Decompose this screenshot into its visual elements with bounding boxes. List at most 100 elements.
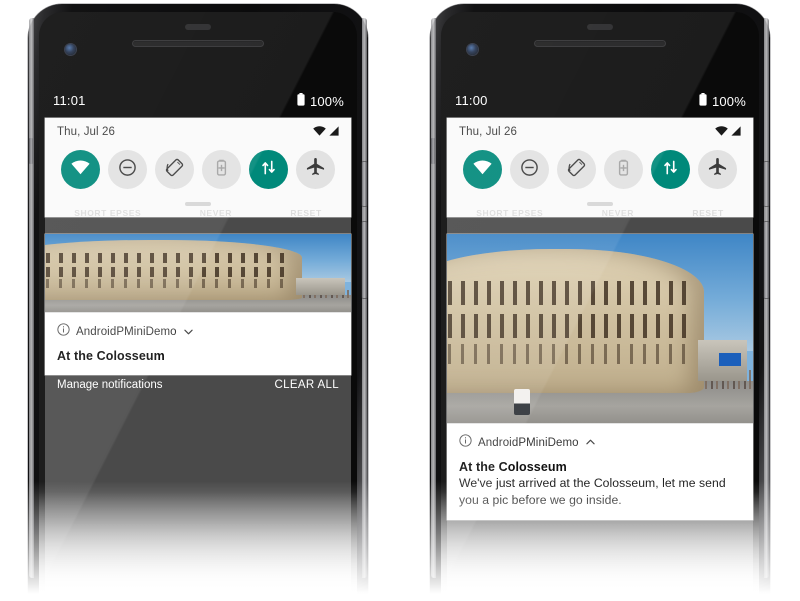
phone-right: 11:00 100% Thu, Jul 26 SHORT EPSES NEVER… bbox=[418, 0, 782, 601]
sim-tray bbox=[431, 138, 435, 164]
qs-tile-auto-rotate[interactable] bbox=[557, 150, 596, 189]
info-icon[interactable] bbox=[459, 434, 472, 452]
info-icon[interactable] bbox=[57, 323, 70, 341]
status-bar-clock: 11:00 bbox=[455, 93, 488, 108]
ghost-text-artifact: SHORT EPSES NEVER RESET bbox=[45, 208, 351, 218]
colosseum-art bbox=[45, 234, 351, 312]
notification-messaging[interactable]: AndroidPMiniDemo Mark Sender bbox=[45, 234, 351, 312]
cell-signal-icon bbox=[329, 123, 339, 141]
manage-notifications-button[interactable]: Manage notifications bbox=[57, 379, 162, 391]
qs-tile-airplane-mode[interactable] bbox=[296, 150, 335, 189]
ghost-label: SHORT EPSES bbox=[74, 208, 142, 218]
phone-rim-right bbox=[764, 18, 769, 578]
power-button[interactable] bbox=[362, 162, 367, 206]
shade-bottom-fade bbox=[447, 522, 753, 601]
qs-tile-wifi[interactable] bbox=[463, 150, 502, 189]
battery-saver-icon bbox=[614, 158, 633, 182]
notification-title: At the Colosseum bbox=[57, 349, 165, 363]
top-speaker-slot-icon bbox=[587, 24, 613, 30]
status-bar-right-icons: 100% bbox=[297, 93, 344, 109]
notification-title: At the Colosseum bbox=[459, 459, 567, 474]
quick-settings-date: Thu, Jul 26 bbox=[57, 126, 115, 138]
notification-messaging[interactable]: AndroidPMiniDemo Mark Sender bbox=[447, 234, 753, 423]
volume-button[interactable] bbox=[362, 222, 367, 298]
chevron-down-icon[interactable] bbox=[183, 328, 193, 337]
quick-settings-status-icons bbox=[313, 123, 339, 141]
sim-tray bbox=[29, 138, 33, 164]
drag-handle[interactable] bbox=[185, 202, 211, 206]
quick-settings-footer: SHORT EPSES NEVER RESET bbox=[447, 191, 753, 218]
qs-tile-airplane-mode[interactable] bbox=[698, 150, 737, 189]
dnd-icon bbox=[520, 158, 539, 182]
colosseum-photo[interactable] bbox=[447, 234, 753, 423]
notification-body: Mark Sender bbox=[447, 234, 753, 423]
notification-bigtext[interactable]: AndroidPMiniDemo At the Colosseum bbox=[45, 312, 351, 375]
mobile-data-icon bbox=[661, 158, 680, 182]
colosseum-art bbox=[447, 234, 753, 423]
status-bar-right-icons: 100% bbox=[699, 93, 746, 109]
quick-settings-header: Thu, Jul 26 bbox=[447, 118, 753, 146]
phone-screen: 11:01 100% Thu, Jul 26 SHORT EPSES NEVER… bbox=[39, 12, 357, 601]
qs-tile-mobile-data[interactable] bbox=[249, 150, 288, 189]
phone-rim-left bbox=[29, 18, 34, 578]
quick-settings-tiles bbox=[447, 146, 753, 191]
notification-bigtext[interactable]: AndroidPMiniDemo At the Colosseum We've … bbox=[447, 422, 753, 521]
colosseum-thumbnail[interactable] bbox=[45, 234, 351, 312]
qs-tile-do-not-disturb[interactable] bbox=[510, 150, 549, 189]
battery-saver-icon bbox=[212, 158, 231, 182]
qs-tile-wifi[interactable] bbox=[61, 150, 100, 189]
quick-settings-status-icons bbox=[715, 123, 741, 141]
clear-all-button[interactable]: CLEAR ALL bbox=[274, 379, 339, 391]
ghost-label: NEVER bbox=[601, 208, 634, 218]
top-speaker-slot-icon bbox=[185, 24, 211, 30]
auto-rotate-icon bbox=[567, 158, 586, 182]
quick-settings-header: Thu, Jul 26 bbox=[45, 118, 351, 146]
notification-header: AndroidPMiniDemo bbox=[57, 323, 339, 341]
notification-footer: Manage notifications CLEAR ALL bbox=[45, 368, 351, 402]
airplane-icon bbox=[306, 157, 325, 182]
status-bar-clock: 11:01 bbox=[53, 93, 86, 108]
notification-text: We've just arrived at the Colosseum, let… bbox=[459, 475, 726, 507]
earpiece-icon bbox=[534, 40, 666, 47]
notification-list: AndroidPMiniDemo Mark Sender bbox=[45, 234, 351, 375]
battery-full-icon bbox=[699, 93, 707, 109]
battery-full-icon bbox=[297, 93, 305, 109]
ghost-label: RESET bbox=[290, 208, 322, 218]
quick-settings-tiles bbox=[45, 146, 351, 191]
quick-settings-footer: SHORT EPSES NEVER RESET bbox=[45, 191, 351, 218]
auto-rotate-icon bbox=[165, 158, 184, 182]
qs-tile-do-not-disturb[interactable] bbox=[108, 150, 147, 189]
phone-left: 11:01 100% Thu, Jul 26 SHORT EPSES NEVER… bbox=[16, 0, 380, 601]
wifi-icon bbox=[71, 160, 90, 180]
wifi-icon bbox=[715, 123, 728, 141]
notification-list: AndroidPMiniDemo Mark Sender bbox=[447, 234, 753, 521]
ghost-label: RESET bbox=[692, 208, 724, 218]
ghost-text-artifact: SHORT EPSES NEVER RESET bbox=[447, 208, 753, 218]
notification-header: AndroidPMiniDemo bbox=[459, 434, 741, 452]
power-button[interactable] bbox=[764, 162, 769, 206]
wifi-icon bbox=[473, 160, 492, 180]
front-camera-icon bbox=[65, 44, 76, 55]
airplane-icon bbox=[708, 157, 727, 182]
earpiece-icon bbox=[132, 40, 264, 47]
volume-button[interactable] bbox=[764, 222, 769, 298]
sender-column: Mark Sender bbox=[447, 234, 753, 423]
qs-tile-battery-saver[interactable] bbox=[604, 150, 643, 189]
qs-tile-battery-saver[interactable] bbox=[202, 150, 241, 189]
qs-tile-auto-rotate[interactable] bbox=[155, 150, 194, 189]
wifi-icon bbox=[313, 123, 326, 141]
status-bar: 11:00 100% bbox=[441, 90, 759, 116]
quick-settings-date: Thu, Jul 26 bbox=[459, 126, 517, 138]
screenshot-stage: 11:01 100% Thu, Jul 26 SHORT EPSES NEVER… bbox=[0, 0, 800, 601]
phone-rim-left bbox=[431, 18, 436, 578]
drag-handle[interactable] bbox=[587, 202, 613, 206]
battery-percent-label: 100% bbox=[309, 93, 344, 109]
phone-screen: 11:00 100% Thu, Jul 26 SHORT EPSES NEVER… bbox=[441, 12, 759, 601]
qs-tile-mobile-data[interactable] bbox=[651, 150, 690, 189]
chevron-up-icon[interactable] bbox=[585, 438, 595, 447]
ghost-label: SHORT EPSES bbox=[476, 208, 544, 218]
shade-bottom-fade bbox=[45, 522, 351, 601]
front-camera-icon bbox=[467, 44, 478, 55]
status-bar: 11:01 100% bbox=[39, 90, 357, 116]
quick-settings-panel: Thu, Jul 26 SHORT EPSES NEVER RESET bbox=[447, 118, 753, 218]
